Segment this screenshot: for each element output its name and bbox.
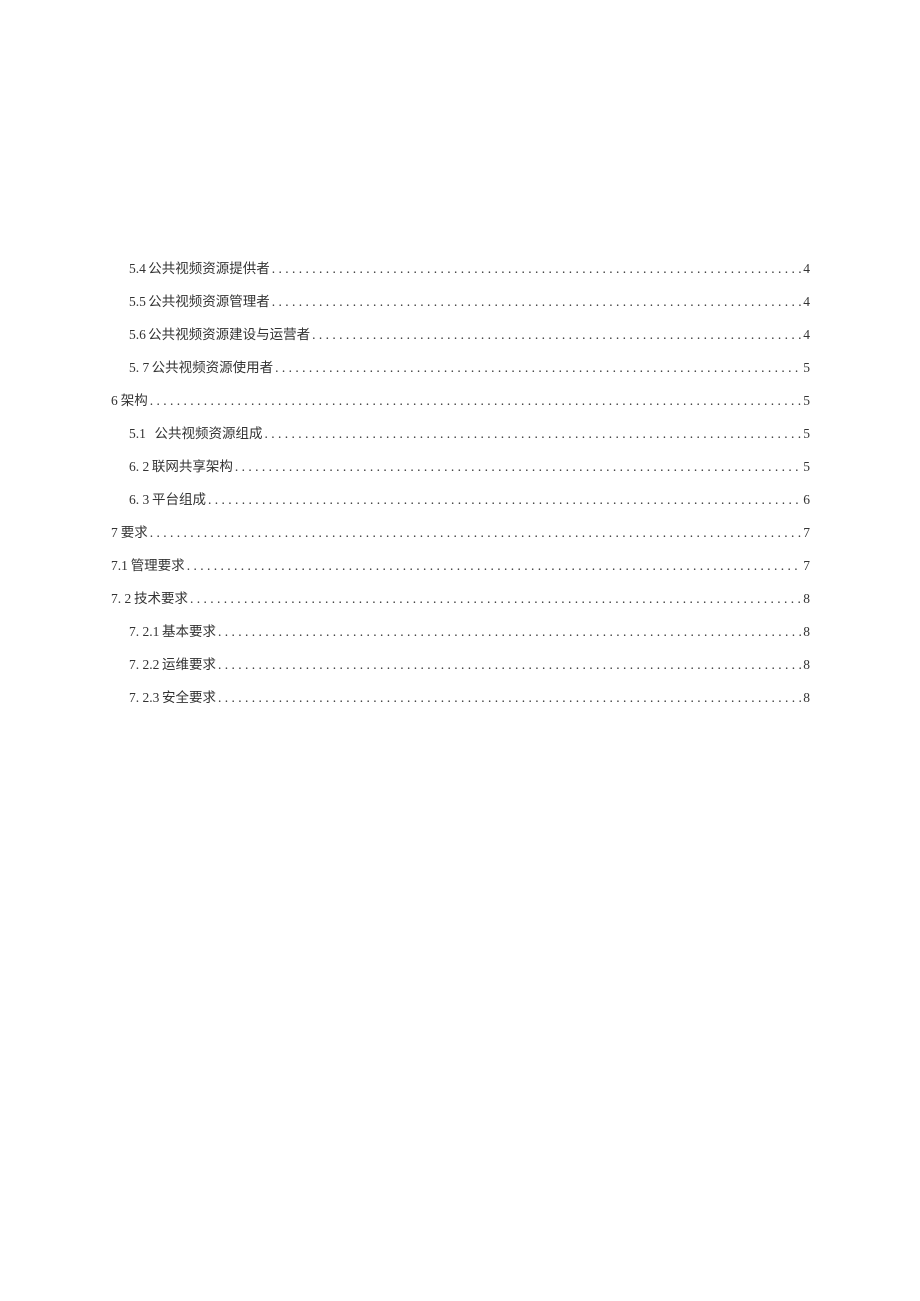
- toc-entry-title: 联网共享架构: [152, 455, 233, 475]
- toc-entry-page: 8: [803, 591, 810, 607]
- toc-entry-title: 管理要求: [131, 554, 185, 574]
- toc-entry-title: 安全要求: [162, 686, 216, 706]
- toc-entry-page: 6: [803, 492, 810, 508]
- toc-entry-page: 7: [803, 558, 810, 574]
- table-of-contents: 5.4公共视频资源提供者45.5公共视频资源管理者45.6公共视频资源建设与运营…: [111, 250, 810, 712]
- toc-leader-dots: [218, 624, 801, 640]
- toc-entry-number: 7: [111, 525, 118, 541]
- toc-entry-number: 5.1: [129, 426, 146, 442]
- toc-leader-dots: [312, 327, 801, 343]
- toc-entry-page: 4: [803, 261, 810, 277]
- toc-entry-page: 8: [803, 624, 810, 640]
- toc-entry-title: 运维要求: [162, 653, 216, 673]
- toc-entry-page: 5: [803, 459, 810, 475]
- toc-entry-number: 5.4: [129, 261, 146, 277]
- toc-entry: 7.1管理要求 7: [111, 547, 810, 580]
- toc-leader-dots: [190, 591, 801, 607]
- toc-entry-page: 5: [803, 426, 810, 442]
- toc-entry: 6. 2联网共享架构 5: [111, 448, 810, 481]
- toc-entry-page: 5: [803, 393, 810, 409]
- toc-entry-page: 8: [803, 657, 810, 673]
- toc-entry-title: 公共视频资源建设与运营者: [148, 323, 310, 343]
- toc-leader-dots: [272, 294, 801, 310]
- toc-entry-title: 公共视频资源提供者: [148, 257, 270, 277]
- toc-entry: 5.1 公共视频资源组成 5: [111, 415, 810, 448]
- toc-entry-page: 4: [803, 294, 810, 310]
- toc-entry-number: 5. 7: [129, 360, 149, 376]
- toc-entry-page: 5: [803, 360, 810, 376]
- toc-entry-page: 8: [803, 690, 810, 706]
- toc-entry: 6架构 5: [111, 382, 810, 415]
- toc-entry-title: 基本要求: [162, 620, 216, 640]
- toc-entry: 7要求7: [111, 514, 810, 547]
- toc-leader-dots: [187, 558, 802, 574]
- toc-entry-title: 公共视频资源管理者: [148, 290, 270, 310]
- toc-entry-title: 公共视频资源使用者: [152, 356, 274, 376]
- toc-entry: 7. 2.1基本要求 8: [111, 613, 810, 646]
- toc-entry-number: 7. 2.3: [129, 690, 159, 706]
- toc-entry-number: 7. 2.1: [129, 624, 159, 640]
- toc-entry-number: 7.1: [111, 558, 128, 574]
- toc-entry-title: 平台组成: [152, 488, 206, 508]
- toc-entry-page: 7: [803, 525, 810, 541]
- toc-entry-number: 6. 3: [129, 492, 149, 508]
- toc-entry-title: 公共视频资源组成: [154, 422, 262, 442]
- toc-entry: 7. 2.2运维要求 8: [111, 646, 810, 679]
- toc-entry-number: 6: [111, 393, 118, 409]
- toc-entry-number: 7. 2: [111, 591, 131, 607]
- toc-leader-dots: [150, 525, 802, 541]
- toc-entry-title: 技术要求: [134, 587, 188, 607]
- toc-leader-dots: [264, 426, 801, 442]
- toc-entry: 6. 3平台组成 6: [111, 481, 810, 514]
- toc-leader-dots: [272, 261, 801, 277]
- toc-leader-dots: [150, 393, 802, 409]
- toc-entry: 5.6公共视频资源建设与运营者 4: [111, 316, 810, 349]
- toc-leader-dots: [235, 459, 801, 475]
- document-page: { "toc": [ { "indent": 1, "num": "5.4", …: [0, 0, 920, 1301]
- toc-entry-title: 架构: [121, 389, 148, 409]
- toc-entry: 5. 7公共视频资源使用者 5: [111, 349, 810, 382]
- toc-entry-title: 要求: [121, 521, 148, 541]
- toc-leader-dots: [208, 492, 801, 508]
- toc-entry-number: 5.6: [129, 327, 146, 343]
- toc-entry-number: 5.5: [129, 294, 146, 310]
- toc-leader-dots: [275, 360, 801, 376]
- toc-leader-dots: [218, 657, 801, 673]
- toc-entry: 7. 2.3安全要求 8: [111, 679, 810, 712]
- toc-entry: 5.4公共视频资源提供者 4: [111, 250, 810, 283]
- toc-entry-number: 7. 2.2: [129, 657, 159, 673]
- toc-entry: 5.5公共视频资源管理者 4: [111, 283, 810, 316]
- toc-leader-dots: [218, 690, 801, 706]
- toc-entry-number: 6. 2: [129, 459, 149, 475]
- toc-entry: 7. 2技术要求 8: [111, 580, 810, 613]
- toc-entry-page: 4: [803, 327, 810, 343]
